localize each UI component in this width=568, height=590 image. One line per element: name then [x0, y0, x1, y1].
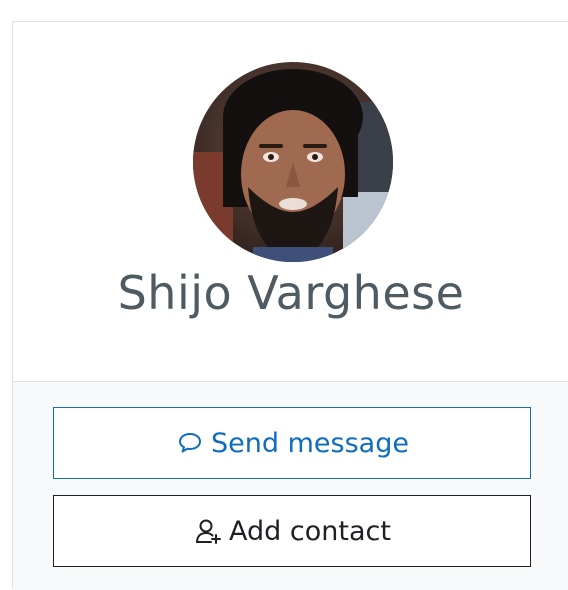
profile-actions: Send message Add contact	[13, 381, 568, 590]
profile-card: Shijo Varghese Send message Add contact	[12, 21, 568, 590]
send-message-button[interactable]: Send message	[53, 407, 531, 479]
add-user-icon	[193, 516, 223, 546]
speech-bubble-icon	[175, 428, 205, 458]
avatar	[193, 62, 393, 262]
profile-header: Shijo Varghese	[13, 22, 568, 380]
profile-name: Shijo Varghese	[117, 266, 465, 320]
add-contact-button[interactable]: Add contact	[53, 495, 531, 567]
avatar-image	[193, 62, 393, 262]
send-message-label: Send message	[211, 427, 409, 459]
add-contact-label: Add contact	[229, 515, 391, 547]
